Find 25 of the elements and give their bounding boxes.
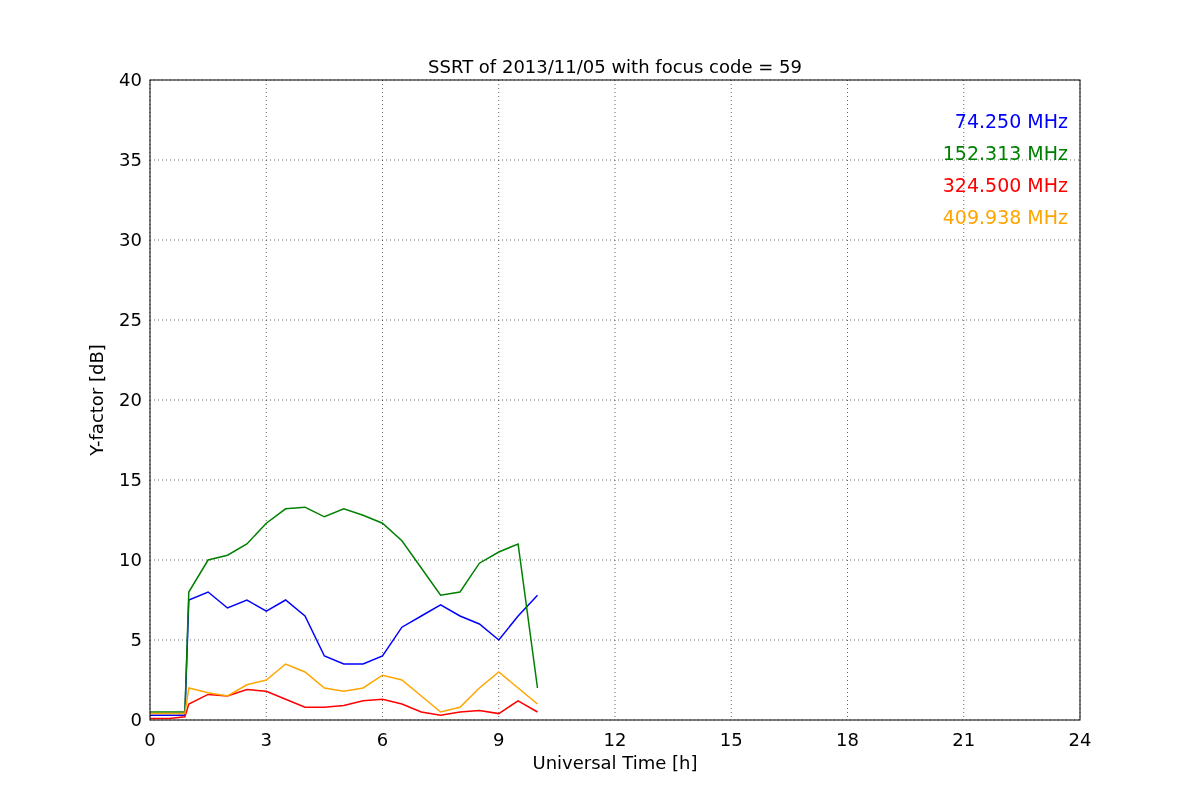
legend-label: 74.250 MHz xyxy=(954,110,1068,132)
y-tick-label: 35 xyxy=(119,149,142,170)
chart-title: SSRT of 2013/11/05 with focus code = 59 xyxy=(428,56,802,77)
x-tick-label: 12 xyxy=(603,729,627,750)
x-tick-label: 6 xyxy=(376,729,389,750)
x-axis-label: Universal Time [h] xyxy=(532,752,698,773)
y-axis-label: Y-factor [dB] xyxy=(86,344,107,456)
y-tick-label: 30 xyxy=(119,229,142,250)
x-tick-label: 9 xyxy=(493,729,505,750)
x-tick-label: 3 xyxy=(260,729,272,750)
legend-label: 324.500 MHz xyxy=(942,174,1068,196)
legend-label: 152.313 MHz xyxy=(942,142,1068,164)
x-tick-label: 21 xyxy=(952,729,976,750)
y-tick-label: 5 xyxy=(130,629,142,650)
legend-label: 409.938 MHz xyxy=(942,206,1068,228)
y-tick-label: 25 xyxy=(119,309,142,330)
x-tick-label: 15 xyxy=(719,729,743,750)
x-tick-label: 24 xyxy=(1068,729,1092,750)
y-tick-label: 40 xyxy=(119,69,142,90)
y-tick-label: 0 xyxy=(130,709,142,730)
y-tick-label: 20 xyxy=(119,389,142,410)
y-tick-label: 15 xyxy=(119,469,142,490)
y-tick-label: 10 xyxy=(119,549,142,570)
x-tick-label: 18 xyxy=(836,729,859,750)
x-tick-label: 0 xyxy=(144,729,156,750)
